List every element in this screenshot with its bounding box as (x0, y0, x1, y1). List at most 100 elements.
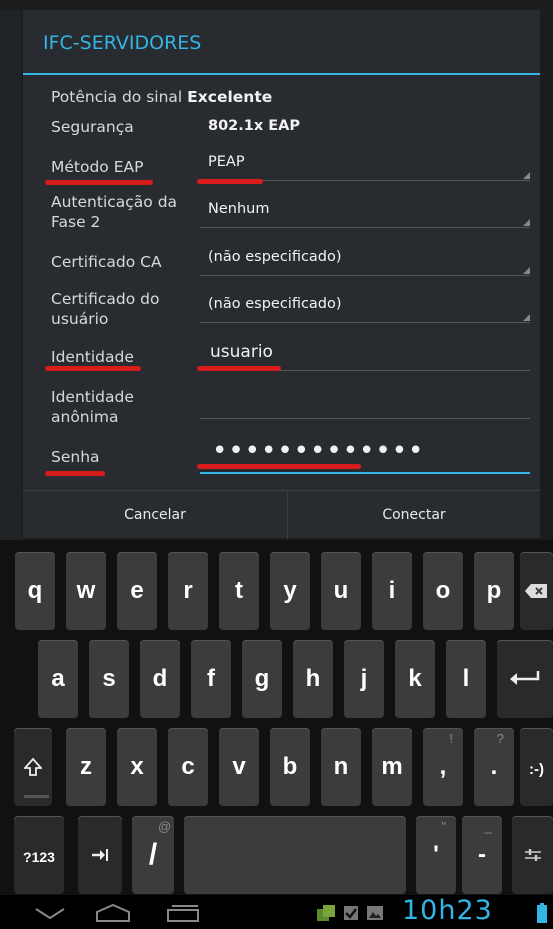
key-t[interactable]: t (219, 552, 259, 630)
user-cert-label: Certificado do usuário (51, 290, 160, 328)
home-icon[interactable] (96, 904, 130, 922)
annotation-underline (45, 471, 105, 476)
keyboard-settings-key[interactable] (512, 816, 553, 894)
annotation-underline (197, 464, 361, 469)
security-label: Segurança (51, 118, 134, 136)
key-y[interactable]: y (270, 552, 310, 630)
signal-row: Potência do sinal Excelente (51, 87, 272, 107)
cancel-button[interactable]: Cancelar (23, 491, 287, 539)
key-n[interactable]: n (321, 728, 361, 806)
key-o[interactable]: o (423, 552, 463, 630)
annotation-underline (45, 180, 153, 185)
period-hint: ? (496, 731, 504, 746)
key-g[interactable]: g (242, 640, 282, 718)
key-u[interactable]: u (321, 552, 361, 630)
key-r[interactable]: r (168, 552, 208, 630)
identity-value: usuario (210, 342, 273, 362)
slash-hint: @ (158, 819, 172, 834)
soft-keyboard: q w e r t y u i o p a s d f g h j k l z … (0, 540, 553, 895)
key-e[interactable]: e (117, 552, 157, 630)
key-v[interactable]: v (219, 728, 259, 806)
password-value: ••••••••••••• (212, 436, 425, 466)
key-apostrophe[interactable]: " ' (416, 816, 456, 894)
dash-hint: _ (484, 819, 492, 834)
ca-cert-spinner[interactable]: (não especificado) (200, 245, 530, 276)
wifi-dialog: IFC-SERVIDORES Potência do sinal Excelen… (23, 10, 540, 539)
backspace-icon (525, 584, 547, 598)
user-cert-spinner[interactable]: (não especificado) (200, 292, 530, 323)
dialog-title: IFC-SERVIDORES (43, 32, 202, 54)
annotation-underline (45, 366, 141, 371)
password-label: Senha (51, 448, 100, 466)
key-m[interactable]: m (372, 728, 412, 806)
tab-key[interactable] (78, 816, 122, 894)
dropdown-icon (523, 219, 530, 226)
key-comma[interactable]: ! , (423, 728, 463, 806)
dropdown-icon (523, 314, 530, 321)
security-value: 802.1x EAP (208, 118, 301, 134)
eap-method-label: Método EAP (51, 158, 144, 176)
download-done-icon (344, 906, 358, 920)
tab-icon (92, 849, 108, 861)
apostrophe-hint: " (441, 819, 446, 834)
dropdown-icon (523, 172, 530, 179)
eap-method-value: PEAP (208, 154, 245, 170)
signal-value: Excelente (187, 88, 273, 106)
key-f[interactable]: f (191, 640, 231, 718)
key-c[interactable]: c (168, 728, 208, 806)
connect-button[interactable]: Conectar (288, 491, 540, 539)
notification-android-icon (317, 905, 335, 921)
backspace-key[interactable] (520, 552, 553, 630)
dialog-button-bar: Cancelar Conectar (23, 490, 540, 539)
key-h[interactable]: h (293, 640, 333, 718)
smiley-key[interactable]: :-) (520, 728, 553, 806)
key-slash[interactable]: @ / (132, 816, 174, 894)
key-p[interactable]: p (474, 552, 514, 630)
shift-indicator (24, 795, 49, 798)
key-d[interactable]: d (140, 640, 180, 718)
key-dash[interactable]: _ - (462, 816, 502, 894)
comma-hint: ! (449, 731, 453, 746)
smiley-label: :-) (529, 761, 544, 778)
ca-cert-label: Certificado CA (51, 253, 162, 271)
annotation-underline (197, 366, 281, 371)
title-divider (23, 73, 540, 75)
symbols-key[interactable]: ?123 (14, 816, 64, 894)
anon-identity-field[interactable] (200, 388, 530, 419)
key-j[interactable]: j (344, 640, 384, 718)
key-x[interactable]: x (117, 728, 157, 806)
signal-label: Potência do sinal (51, 88, 183, 106)
anon-identity-label: Identidade anônima (51, 388, 134, 426)
battery-icon (537, 903, 547, 923)
password-field[interactable]: ••••••••••••• (200, 436, 530, 474)
system-navbar: 10h23 (0, 895, 553, 929)
image-icon (367, 906, 383, 920)
key-z[interactable]: z (66, 728, 106, 806)
ca-cert-value: (não especificado) (208, 249, 342, 265)
symbols-label: ?123 (23, 849, 55, 865)
key-l[interactable]: l (446, 640, 486, 718)
phase2-value: Nenhum (208, 201, 270, 217)
shift-key[interactable] (14, 728, 52, 806)
key-w[interactable]: w (66, 552, 106, 630)
keyboard-settings-icon (525, 849, 541, 861)
key-s[interactable]: s (89, 640, 129, 718)
back-icon[interactable] (34, 907, 66, 921)
eap-method-spinner[interactable]: PEAP (200, 150, 530, 181)
key-b[interactable]: b (270, 728, 310, 806)
phase2-label: Autenticação da Fase 2 (51, 193, 178, 231)
spacebar[interactable] (184, 816, 406, 894)
shift-icon (24, 758, 42, 776)
annotation-underline (197, 179, 263, 184)
enter-icon (510, 671, 540, 685)
phase2-spinner[interactable]: Nenhum (200, 197, 530, 228)
key-k[interactable]: k (395, 640, 435, 718)
enter-key[interactable] (497, 640, 553, 718)
key-i[interactable]: i (372, 552, 412, 630)
recent-apps-icon[interactable] (167, 904, 199, 922)
key-q[interactable]: q (15, 552, 55, 630)
settings-list-edge (0, 10, 22, 540)
key-a[interactable]: a (38, 640, 78, 718)
key-period[interactable]: ? . (474, 728, 514, 806)
identity-label: Identidade (51, 348, 134, 366)
